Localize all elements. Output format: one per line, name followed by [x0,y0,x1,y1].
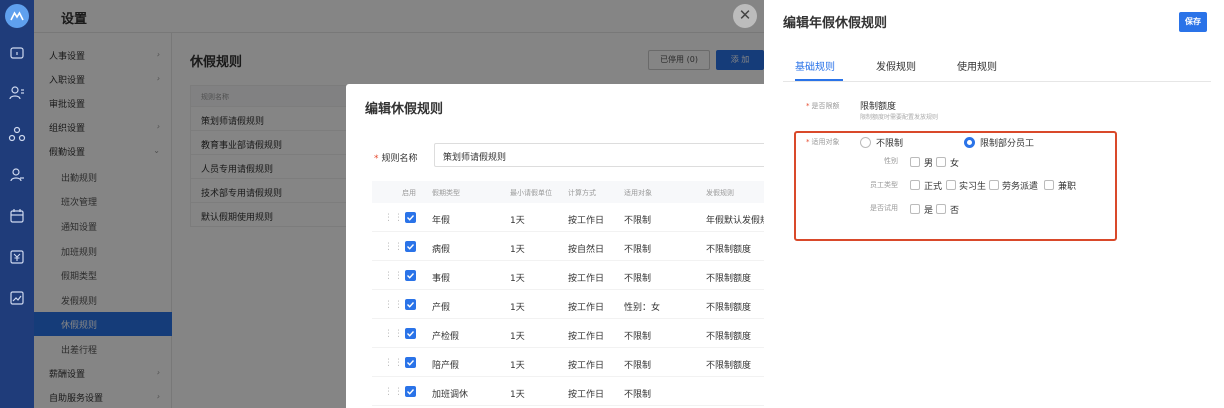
people-icon[interactable] [8,84,26,102]
cell-grant-rule: 不限制额度 [706,332,752,342]
cell-grant-rule: 不限制额度 [706,274,752,284]
org-icon[interactable] [8,125,26,143]
required-mark: * [806,102,810,110]
col-applicable: 适用对象 [624,189,652,197]
table-row[interactable]: ⋮⋮ 年假 1天 按工作日 不限制 年假默认发假规 [372,203,764,232]
highlight-box [794,131,1117,241]
save-button[interactable]: 保存 [1179,12,1207,32]
cell-calc-method: 按工作日 [568,274,605,284]
cell-min-unit: 1天 [510,303,525,313]
cell-leave-type: 加班调休 [432,390,469,400]
cell-calc-method: 按工作日 [568,332,605,342]
close-icon[interactable]: ✕ [733,4,757,28]
col-enable: 启用 [402,189,416,197]
table-row[interactable]: ⋮⋮ 事假 1天 按工作日 不限制 不限制额度 [372,261,764,290]
field-label-text: 是否限额 [811,102,840,110]
cell-leave-type: 产假 [432,303,451,313]
drag-handle-icon[interactable]: ⋮⋮ [384,329,404,339]
cell-applicable: 不限制 [624,332,652,342]
salary-icon[interactable] [8,248,26,266]
limit-label: * 是否限额 [806,101,840,111]
table-row[interactable]: ⋮⋮ 产假 1天 按工作日 性别：女 不限制额度 [372,290,764,319]
enabled-checkbox[interactable] [405,270,416,281]
cell-applicable: 不限制 [624,390,652,400]
tab-usage-rules[interactable]: 使用规则 [957,58,997,73]
required-mark: * [374,154,379,164]
drag-handle-icon[interactable]: ⋮⋮ [384,242,404,252]
drag-handle-icon[interactable]: ⋮⋮ [384,300,404,310]
drag-handle-icon[interactable]: ⋮⋮ [384,387,404,397]
drag-handle-icon[interactable]: ⋮⋮ [384,271,404,281]
table-row[interactable]: ⋮⋮ 加班调休 1天 按工作日 不限制 [372,377,764,406]
modal-title: 编辑休假规则 [365,102,444,117]
drawer-title: 编辑年假休假规则 [783,16,888,31]
cell-applicable: 不限制 [624,245,652,255]
cell-min-unit: 1天 [510,361,525,371]
cell-applicable: 不限制 [624,361,652,371]
table-row[interactable]: ⋮⋮ 病假 1天 按自然日 不限制 不限制额度 [372,232,764,261]
cell-leave-type: 产检假 [432,332,460,342]
edit-rule-modal: 编辑休假规则 * 规则名称 策划师请假规则 启用 假期类型 最小请假单位 计算方式… [346,84,764,408]
cell-applicable: 不限制 [624,216,652,226]
cell-min-unit: 1天 [510,274,525,284]
cell-leave-type: 病假 [432,245,451,255]
drag-handle-icon[interactable]: ⋮⋮ [384,358,404,368]
enabled-checkbox[interactable] [405,212,416,223]
col-calc-method: 计算方式 [568,189,596,197]
active-tab-indicator [795,79,843,81]
rule-tabs: 基础规则 发假规则 使用规则 [783,50,1211,82]
user-icon[interactable] [8,166,26,184]
cell-calc-method: 按工作日 [568,216,605,226]
cell-grant-rule: 年假默认发假规 [706,216,764,226]
cell-applicable: 性别：女 [624,303,661,313]
app-rail [0,0,34,408]
cell-min-unit: 1天 [510,216,525,226]
cell-calc-method: 按工作日 [568,361,605,371]
cell-min-unit: 1天 [510,390,525,400]
tab-basic-rules[interactable]: 基础规则 [795,58,835,73]
cell-leave-type: 陪产假 [432,361,460,371]
report-icon[interactable] [8,289,26,307]
cell-calc-method: 按工作日 [568,390,605,400]
leave-types-table: 启用 假期类型 最小请假单位 计算方式 适用对象 发假规则 ⋮⋮ 年假 1天 按… [372,181,764,406]
cell-grant-rule: 不限制额度 [706,361,752,371]
drag-handle-icon[interactable]: ⋮⋮ [384,213,404,223]
cell-applicable: 不限制 [624,274,652,284]
enabled-checkbox[interactable] [405,299,416,310]
cell-min-unit: 1天 [510,332,525,342]
col-grant-rule: 发假规则 [706,189,734,197]
table-header: 启用 假期类型 最小请假单位 计算方式 适用对象 发假规则 [372,181,764,203]
calendar-icon[interactable] [8,207,26,225]
cell-min-unit: 1天 [510,245,525,255]
field-label-text: 规则名称 [381,154,418,164]
cell-calc-method: 按工作日 [568,303,605,313]
tab-grant-rules[interactable]: 发假规则 [876,58,916,73]
table-row[interactable]: ⋮⋮ 产检假 1天 按工作日 不限制 不限制额度 [372,319,764,348]
col-min-unit: 最小请假单位 [510,189,552,197]
cell-grant-rule: 不限制额度 [706,303,752,313]
cell-calc-method: 按自然日 [568,245,605,255]
enabled-checkbox[interactable] [405,328,416,339]
rule-name-input[interactable]: 策划师请假规则 [434,143,764,167]
cell-leave-type: 事假 [432,274,451,284]
enabled-checkbox[interactable] [405,241,416,252]
table-row[interactable]: ⋮⋮ 陪产假 1天 按工作日 不限制 不限制额度 [372,348,764,377]
limit-value[interactable]: 限制额度 [860,99,896,112]
enabled-checkbox[interactable] [405,357,416,368]
home-icon[interactable] [8,43,26,61]
col-leave-type: 假期类型 [432,189,460,197]
enabled-checkbox[interactable] [405,386,416,397]
rule-name-label: * 规则名称 [374,151,418,164]
logo-icon[interactable] [5,4,29,28]
cell-grant-rule: 不限制额度 [706,245,752,255]
cell-leave-type: 年假 [432,216,451,226]
limit-hint: 限制额度时需要配置发放规则 [860,114,939,121]
